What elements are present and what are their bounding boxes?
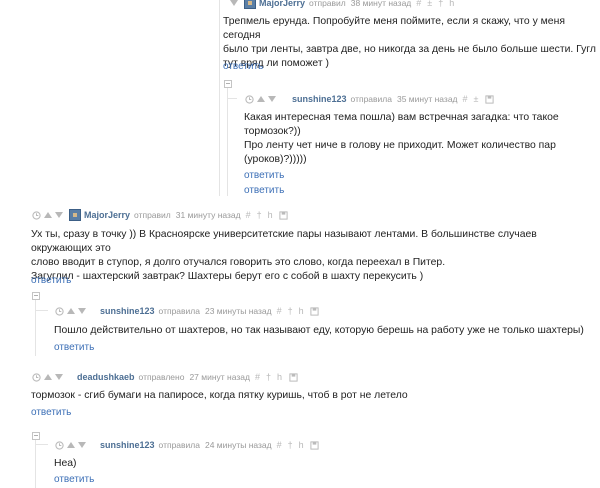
comment-text: Какая интересная тема пошла) вам встречн…: [244, 112, 559, 165]
avatar[interactable]: [69, 209, 81, 221]
collapse-toggle[interactable]: [224, 80, 232, 88]
comment-meta: sunshine123 отправила 24 минуты назад # …: [54, 438, 323, 452]
comment-meta: sunshine123 отправила 23 минуты назад # …: [54, 304, 323, 318]
flag-icon[interactable]: h: [268, 210, 273, 220]
pin-icon[interactable]: †: [266, 372, 271, 382]
save-icon[interactable]: [310, 440, 320, 450]
comment-meta: MajorJerry отправил 31 минуту назад # † …: [31, 208, 292, 222]
comment-time[interactable]: 38 минут назад: [351, 0, 412, 8]
save-icon[interactable]: [279, 210, 289, 220]
clock-icon: [54, 440, 64, 450]
upvote-icon[interactable]: [67, 308, 75, 314]
hash-link-icon[interactable]: #: [416, 0, 421, 8]
comment-author[interactable]: sunshine123: [292, 94, 347, 104]
comment-time[interactable]: 27 минут назад: [189, 372, 250, 382]
flag-icon[interactable]: h: [449, 0, 454, 8]
clock-icon: [244, 94, 254, 104]
collapse-toggle[interactable]: [32, 432, 40, 440]
comment-text: Трепмель ерунда. Попробуйте меня поймите…: [223, 16, 596, 69]
flag-icon[interactable]: h: [277, 372, 282, 382]
comment-action: отправила: [158, 306, 200, 316]
save-icon[interactable]: [288, 372, 298, 382]
upvote-icon[interactable]: [67, 442, 75, 448]
comment-action: отправил: [134, 210, 171, 220]
avatar[interactable]: [244, 0, 256, 9]
hash-link-icon[interactable]: #: [246, 210, 251, 220]
flag-icon[interactable]: h: [299, 440, 304, 450]
clock-icon: [31, 372, 41, 382]
upvote-icon[interactable]: [257, 96, 265, 102]
comment-author[interactable]: sunshine123: [100, 306, 155, 316]
reply-link[interactable]: ответить: [54, 474, 94, 485]
comment-text: тормозок - сгиб бумаги на папиросе, когд…: [31, 390, 408, 401]
comment-text: Ух ты, сразу в точку )) В Красноярске ун…: [31, 229, 537, 282]
thread-line: [227, 98, 237, 99]
comment-action: отправила: [350, 94, 392, 104]
clock-icon: [31, 210, 41, 220]
downvote-icon[interactable]: [78, 442, 86, 448]
save-icon[interactable]: [484, 94, 494, 104]
comment-text: Пошло действительно от шахтеров, но так …: [54, 325, 584, 336]
comment-time[interactable]: 35 минут назад: [397, 94, 458, 104]
downvote-icon[interactable]: [55, 374, 63, 380]
thread-line: [227, 84, 228, 196]
comment-author[interactable]: sunshine123: [100, 440, 155, 450]
thread-line: [35, 296, 36, 356]
hash-link-icon[interactable]: #: [277, 440, 282, 450]
comment-author[interactable]: MajorJerry: [84, 210, 130, 220]
thread-line: [35, 310, 48, 311]
pin-icon[interactable]: †: [288, 306, 293, 316]
comment-action: отправила: [158, 440, 200, 450]
comment-text: Неа): [54, 458, 77, 469]
upvote-icon[interactable]: [44, 212, 52, 218]
flag-icon[interactable]: h: [299, 306, 304, 316]
plus-icon[interactable]: ±: [427, 0, 432, 8]
clock-icon: [54, 306, 64, 316]
reply-link[interactable]: ответить: [244, 185, 284, 196]
hash-link-icon[interactable]: #: [277, 306, 282, 316]
comment-meta: MajorJerry отправил 38 минут назад # ± †…: [230, 0, 460, 10]
plus-icon[interactable]: ±: [474, 94, 479, 104]
reply-link[interactable]: ответить: [31, 407, 71, 418]
pin-icon[interactable]: †: [257, 210, 262, 220]
comment-meta: deadushkaeb отправлено 27 минут назад # …: [31, 370, 301, 384]
comment-time[interactable]: 31 минуту назад: [176, 210, 241, 220]
save-icon[interactable]: [310, 306, 320, 316]
upvote-icon[interactable]: [44, 374, 52, 380]
downvote-icon[interactable]: [268, 96, 276, 102]
downvote-icon[interactable]: [230, 0, 238, 6]
hash-link-icon[interactable]: #: [255, 372, 260, 382]
comment-action: отправил: [309, 0, 346, 8]
pin-icon[interactable]: †: [288, 440, 293, 450]
thread-line: [35, 444, 48, 445]
comment-meta: sunshine123 отправила 35 минут назад # ±: [244, 92, 497, 106]
comment-time[interactable]: 24 минуты назад: [205, 440, 272, 450]
pin-icon[interactable]: †: [438, 0, 443, 8]
downvote-icon[interactable]: [78, 308, 86, 314]
reply-link[interactable]: ответить: [244, 170, 284, 181]
collapse-toggle[interactable]: [32, 292, 40, 300]
downvote-icon[interactable]: [55, 212, 63, 218]
comment-time[interactable]: 23 минуты назад: [205, 306, 272, 316]
thread-line: [219, 0, 220, 196]
reply-link[interactable]: ответить: [54, 342, 94, 353]
hash-link-icon[interactable]: #: [463, 94, 468, 104]
reply-link[interactable]: ответить: [31, 275, 71, 286]
comment-author[interactable]: MajorJerry: [259, 0, 305, 8]
thread-line: [35, 435, 36, 488]
comment-author[interactable]: deadushkaeb: [77, 372, 135, 382]
comment-action: отправлено: [138, 372, 185, 382]
reply-link[interactable]: ответить: [223, 61, 263, 72]
